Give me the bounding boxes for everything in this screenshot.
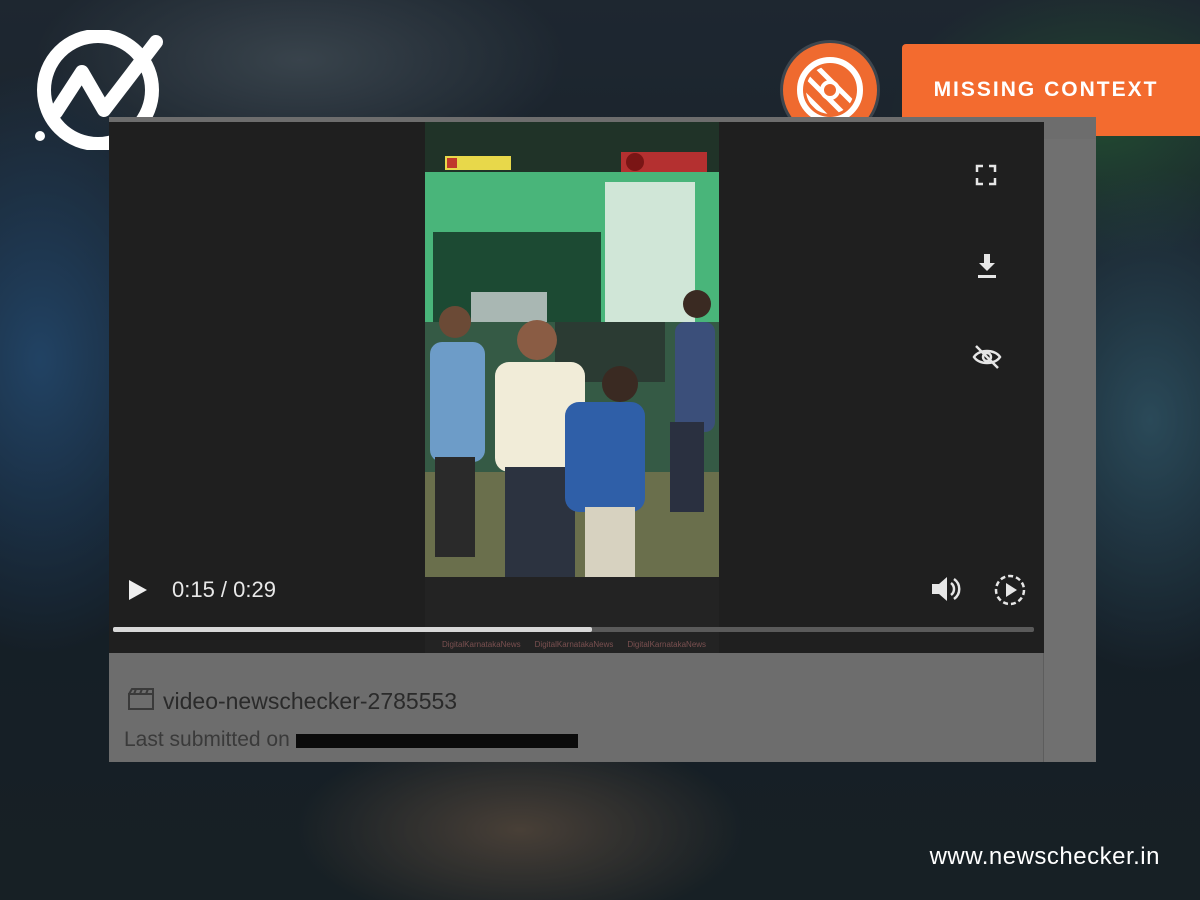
play-icon[interactable] (127, 578, 149, 607)
last-submitted: Last submitted on (124, 728, 578, 752)
screenshot-card: 0:15 / 0:29 DigitalKarnatakaNews Digital… (109, 117, 1096, 762)
watermark-item: DigitalKarnatakaNews (441, 639, 521, 649)
file-name: video-newschecker-2785553 (163, 688, 458, 714)
clapperboard-icon (127, 687, 155, 716)
download-icon[interactable] (976, 254, 998, 285)
submitted-label: Last submitted on (124, 728, 290, 751)
hide-icon[interactable] (972, 344, 1002, 375)
file-row: video-newschecker-2785553 (127, 687, 457, 716)
video-player[interactable]: 0:15 / 0:29 DigitalKarnatakaNews Digital… (109, 122, 1044, 653)
watermark-item: DigitalKarnatakaNews (534, 639, 614, 649)
video-frame (425, 122, 719, 577)
playback-speed-icon[interactable] (993, 573, 1027, 612)
site-url[interactable]: www.newschecker.in (930, 843, 1160, 871)
volume-icon[interactable] (930, 574, 964, 609)
watermark-item: DigitalKarnatakaNews (627, 639, 707, 649)
video-watermark: DigitalKarnatakaNews DigitalKarnatakaNew… (429, 637, 719, 651)
progress-bar[interactable] (113, 627, 1034, 632)
progress-fill (113, 627, 592, 632)
redaction-bar (295, 734, 578, 748)
scrollbar-strip (1043, 139, 1096, 762)
fullscreen-icon[interactable] (975, 164, 997, 191)
time-display: 0:15 / 0:29 (172, 577, 276, 602)
